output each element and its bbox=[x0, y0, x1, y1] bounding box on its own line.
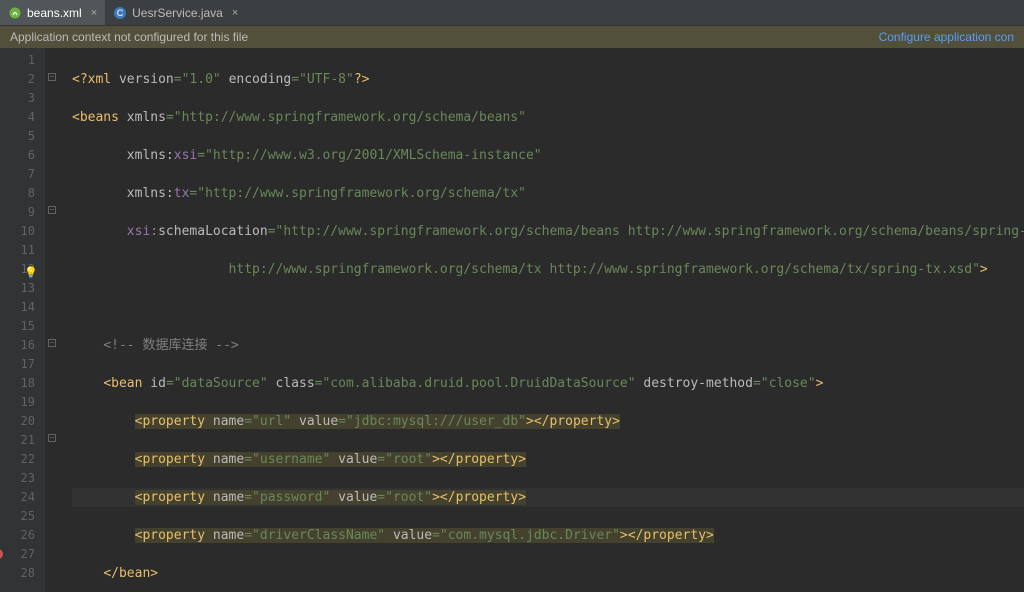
line-number: 14 bbox=[0, 298, 35, 317]
svg-text:C: C bbox=[117, 8, 124, 18]
line-number: 1 bbox=[0, 51, 35, 70]
tab-beans-xml[interactable]: beans.xml × bbox=[0, 0, 105, 25]
code-line: <property name="driverClassName" value="… bbox=[72, 526, 1024, 545]
line-number: 25 bbox=[0, 507, 35, 526]
code-editor[interactable]: <?xml version="1.0" encoding="UTF-8"?> <… bbox=[58, 48, 1024, 592]
java-class-icon: C bbox=[113, 6, 127, 20]
line-number: 16 bbox=[0, 336, 35, 355]
line-number: 26 bbox=[0, 526, 35, 545]
line-number-gutter: 1 2 3 4 5 6 7 8 9 10 11 12💡 13 14 15 16 … bbox=[0, 48, 46, 592]
tab-label: beans.xml bbox=[27, 6, 82, 20]
line-number: 19 bbox=[0, 393, 35, 412]
tab-uesrservice-java[interactable]: C UesrService.java × bbox=[105, 0, 246, 25]
close-icon[interactable]: × bbox=[232, 7, 238, 19]
line-number: 7 bbox=[0, 165, 35, 184]
editor-tabs: beans.xml × C UesrService.java × bbox=[0, 0, 1024, 26]
fold-toggle[interactable]: − bbox=[48, 73, 56, 81]
line-number: 9 bbox=[0, 203, 35, 222]
line-number: 3 bbox=[0, 89, 35, 108]
line-number: 5 bbox=[0, 127, 35, 146]
code-line: <!-- 数据库连接 --> bbox=[72, 336, 1024, 355]
line-number: 6 bbox=[0, 146, 35, 165]
line-number: 21 bbox=[0, 431, 35, 450]
bulb-icon[interactable]: 💡 bbox=[24, 263, 38, 282]
code-line: <property name="url" value="jdbc:mysql:/… bbox=[72, 412, 1024, 431]
line-number: 10 bbox=[0, 222, 35, 241]
line-number: 27 bbox=[0, 545, 35, 564]
editor-area: 1 2 3 4 5 6 7 8 9 10 11 12💡 13 14 15 16 … bbox=[0, 48, 1024, 592]
line-number: 23 bbox=[0, 469, 35, 488]
bean-gutter-icon[interactable] bbox=[0, 547, 4, 566]
code-line: <property name="username" value="root"><… bbox=[72, 450, 1024, 469]
code-line bbox=[72, 298, 1024, 317]
line-number: 17 bbox=[0, 355, 35, 374]
notification-bar: Application context not configured for t… bbox=[0, 26, 1024, 48]
code-line: xmlns:tx="http://www.springframework.org… bbox=[72, 184, 1024, 203]
code-line: xmlns:xsi="http://www.w3.org/2001/XMLSch… bbox=[72, 146, 1024, 165]
line-number: 24 bbox=[0, 488, 35, 507]
close-icon[interactable]: × bbox=[91, 7, 97, 19]
fold-toggle[interactable]: − bbox=[48, 339, 56, 347]
code-line: </bean> bbox=[72, 564, 1024, 583]
fold-column: − − − − bbox=[46, 48, 58, 592]
tab-label: UesrService.java bbox=[132, 6, 223, 20]
code-line: http://www.springframework.org/schema/tx… bbox=[72, 260, 1024, 279]
line-number: 4 bbox=[0, 108, 35, 127]
line-number-text: 27 bbox=[21, 547, 35, 561]
code-line-current: <property name="password" value="root"><… bbox=[72, 488, 1024, 507]
code-line: <bean id="dataSource" class="com.alibaba… bbox=[72, 374, 1024, 393]
line-number: 28 bbox=[0, 564, 35, 583]
spring-config-icon bbox=[8, 6, 22, 20]
line-number: 12💡 bbox=[0, 260, 35, 279]
line-number: 20 bbox=[0, 412, 35, 431]
line-number: 2 bbox=[0, 70, 35, 89]
line-number: 22 bbox=[0, 450, 35, 469]
fold-toggle[interactable]: − bbox=[48, 434, 56, 442]
fold-toggle[interactable]: − bbox=[48, 206, 56, 214]
code-line: <?xml version="1.0" encoding="UTF-8"?> bbox=[72, 70, 1024, 89]
line-number: 15 bbox=[0, 317, 35, 336]
line-number: 8 bbox=[0, 184, 35, 203]
notification-message: Application context not configured for t… bbox=[10, 30, 248, 44]
line-number: 11 bbox=[0, 241, 35, 260]
line-number: 18 bbox=[0, 374, 35, 393]
code-line: xsi:schemaLocation="http://www.springfra… bbox=[72, 222, 1024, 241]
code-line: <beans xmlns="http://www.springframework… bbox=[72, 108, 1024, 127]
configure-link[interactable]: Configure application con bbox=[879, 30, 1014, 44]
